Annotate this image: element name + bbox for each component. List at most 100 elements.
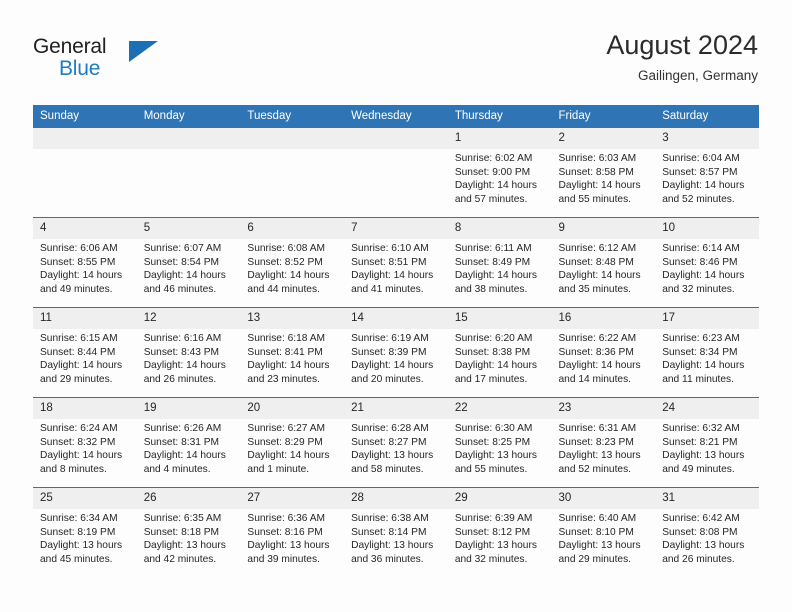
calendar-day-cell[interactable]: 6 Sunrise: 6:08 AM Sunset: 8:52 PM Daylight…	[240, 217, 345, 308]
calendar-day-cell[interactable]: 22 Sunrise: 6:30 AM Sunset: 8:25 PM Dayligh…	[447, 397, 552, 488]
calendar-week-row: 4 Sunrise: 6:06 AM Sunset: 8:55 PM Daylight…	[33, 217, 759, 308]
calendar-day-cell[interactable]: 16 Sunrise: 6:22 AM Sunset: 8:36 PM Dayligh…	[551, 307, 656, 398]
weekday-header-friday: Friday	[551, 105, 656, 128]
sunset-text: Sunset: 9:00 PM	[454, 166, 531, 178]
calendar-day-cell[interactable]: 7 Sunrise: 6:10 AM Sunset: 8:51 PM Daylight…	[344, 217, 448, 308]
daylight-text-line1: Daylight: 14 hours	[143, 270, 226, 282]
day-details: Sunrise: 6:30 AM Sunset: 8:25 PM Daylight:…	[448, 419, 552, 476]
calendar-day-cell[interactable]: 24 Sunrise: 6:32 AM Sunset: 8:21 PM Dayligh…	[655, 397, 759, 488]
day-number: 9	[551, 218, 656, 239]
calendar-day-cell[interactable]: 21 Sunrise: 6:28 AM Sunset: 8:27 PM Dayligh…	[344, 397, 448, 488]
calendar-day-cell[interactable]: 5 Sunrise: 6:07 AM Sunset: 8:54 PM Daylight…	[136, 217, 241, 308]
calendar-day-cell[interactable]: 1 Sunrise: 6:02 AM Sunset: 9:00 PM Daylight…	[447, 128, 552, 218]
sunrise-text: Sunrise: 6:20 AM	[454, 333, 533, 344]
daylight-text-line2: and 49 minutes.	[662, 463, 735, 475]
calendar-day-cell[interactable]: 15 Sunrise: 6:20 AM Sunset: 8:38 PM Dayligh…	[447, 307, 552, 398]
sunrise-text: Sunrise: 6:38 AM	[351, 513, 429, 524]
calendar-day-cell[interactable]: 30 Sunrise: 6:40 AM Sunset: 8:10 PM Dayligh…	[551, 487, 656, 577]
sunset-text: Sunset: 8:38 PM	[454, 346, 531, 358]
calendar-day-cell[interactable]: 23 Sunrise: 6:31 AM Sunset: 8:23 PM Dayligh…	[551, 397, 656, 488]
day-details: Sunrise: 6:32 AM Sunset: 8:21 PM Daylight:…	[655, 419, 759, 476]
daylight-text-line2: and 38 minutes.	[454, 283, 528, 295]
sunset-text: Sunset: 8:39 PM	[351, 346, 427, 358]
calendar-week-row: 18 Sunrise: 6:24 AM Sunset: 8:32 PM Dayligh…	[33, 397, 759, 488]
daylight-text-line1: Daylight: 14 hours	[558, 360, 641, 372]
daylight-text-line1: Daylight: 14 hours	[247, 360, 330, 372]
sunset-text: Sunset: 8:36 PM	[558, 346, 634, 358]
daylight-text-line2: and 41 minutes.	[351, 283, 424, 295]
calendar-day-cell[interactable]: 10 Sunrise: 6:14 AM Sunset: 8:46 PM Dayligh…	[655, 217, 759, 308]
calendar-day-cell[interactable]: 14 Sunrise: 6:19 AM Sunset: 8:39 PM Dayligh…	[344, 307, 448, 398]
day-details: Sunrise: 6:27 AM Sunset: 8:29 PM Daylight:…	[240, 419, 344, 476]
day-number: 17	[655, 308, 759, 329]
sunset-text: Sunset: 8:58 PM	[558, 166, 634, 178]
daylight-text-line2: and 58 minutes.	[351, 463, 424, 475]
calendar-day-cell[interactable]: 29 Sunrise: 6:39 AM Sunset: 8:12 PM Dayligh…	[447, 487, 552, 577]
daylight-text-line2: and 26 minutes.	[662, 553, 735, 565]
sunset-text: Sunset: 8:52 PM	[247, 256, 323, 268]
day-number: 10	[655, 218, 759, 239]
calendar-week-row: 11 Sunrise: 6:15 AM Sunset: 8:44 PM Dayligh…	[33, 307, 759, 398]
calendar-body: 1 Sunrise: 6:02 AM Sunset: 9:00 PM Daylight…	[33, 128, 759, 577]
day-number: 24	[655, 398, 759, 419]
calendar-week-row: 1 Sunrise: 6:02 AM Sunset: 9:00 PM Daylight…	[33, 128, 759, 218]
day-number: 30	[551, 488, 656, 509]
calendar-day-cell[interactable]: 26 Sunrise: 6:35 AM Sunset: 8:18 PM Dayligh…	[136, 487, 241, 577]
day-number: 21	[344, 398, 448, 419]
day-number: 12	[136, 308, 241, 329]
calendar-day-cell[interactable]: 11 Sunrise: 6:15 AM Sunset: 8:44 PM Dayligh…	[33, 307, 137, 398]
daylight-text-line2: and 29 minutes.	[558, 553, 632, 565]
weekday-header-sunday: Sunday	[33, 105, 137, 128]
daylight-text-line2: and 45 minutes.	[40, 553, 113, 565]
calendar-day-cell[interactable]: 25 Sunrise: 6:34 AM Sunset: 8:19 PM Dayligh…	[33, 487, 137, 577]
calendar-day-cell[interactable]: 8 Sunrise: 6:11 AM Sunset: 8:49 PM Daylight…	[447, 217, 552, 308]
daylight-text-line1: Daylight: 14 hours	[454, 270, 537, 282]
calendar-day-cell[interactable]: 3 Sunrise: 6:04 AM Sunset: 8:57 PM Daylight…	[655, 128, 759, 218]
calendar-day-cell[interactable]: 9 Sunrise: 6:12 AM Sunset: 8:48 PM Daylight…	[551, 217, 656, 308]
day-details: Sunrise: 6:38 AM Sunset: 8:14 PM Daylight:…	[344, 509, 448, 566]
day-details: Sunrise: 6:22 AM Sunset: 8:36 PM Daylight:…	[552, 329, 656, 386]
daylight-text-line2: and 42 minutes.	[143, 553, 217, 565]
calendar-day-cell-empty	[344, 128, 448, 218]
calendar-day-cell[interactable]: 4 Sunrise: 6:06 AM Sunset: 8:55 PM Daylight…	[33, 217, 137, 308]
day-number	[136, 128, 241, 149]
sunset-text: Sunset: 8:44 PM	[40, 346, 116, 358]
day-number: 1	[447, 128, 552, 149]
calendar-day-cell[interactable]: 12 Sunrise: 6:16 AM Sunset: 8:43 PM Dayligh…	[136, 307, 241, 398]
calendar-day-cell[interactable]: 17 Sunrise: 6:23 AM Sunset: 8:34 PM Dayligh…	[655, 307, 759, 398]
page-subtitle: Gailingen, Germany	[637, 68, 758, 83]
calendar-day-cell[interactable]: 27 Sunrise: 6:36 AM Sunset: 8:16 PM Dayligh…	[240, 487, 345, 577]
day-number: 31	[655, 488, 759, 509]
day-number: 16	[551, 308, 656, 329]
day-number: 19	[136, 398, 241, 419]
day-number: 8	[447, 218, 552, 239]
calendar-day-cell[interactable]: 13 Sunrise: 6:18 AM Sunset: 8:41 PM Dayligh…	[240, 307, 345, 398]
calendar-day-cell[interactable]: 2 Sunrise: 6:03 AM Sunset: 8:58 PM Daylight…	[551, 128, 656, 218]
daylight-text-line1: Daylight: 14 hours	[143, 360, 226, 372]
calendar-week-row: 25 Sunrise: 6:34 AM Sunset: 8:19 PM Dayligh…	[33, 487, 759, 577]
sunrise-text: Sunrise: 6:14 AM	[662, 243, 740, 254]
sunrise-text: Sunrise: 6:31 AM	[558, 423, 637, 434]
calendar-day-cell[interactable]: 20 Sunrise: 6:27 AM Sunset: 8:29 PM Dayligh…	[240, 397, 345, 488]
sunrise-text: Sunrise: 6:40 AM	[558, 513, 637, 524]
sunrise-text: Sunrise: 6:08 AM	[247, 243, 325, 254]
calendar-day-cell[interactable]: 18 Sunrise: 6:24 AM Sunset: 8:32 PM Dayligh…	[33, 397, 137, 488]
day-details: Sunrise: 6:08 AM Sunset: 8:52 PM Daylight:…	[240, 239, 344, 296]
sunrise-text: Sunrise: 6:02 AM	[454, 153, 533, 164]
calendar-grid: Sunday Monday Tuesday Wednesday Thursday…	[33, 105, 759, 577]
sunrise-text: Sunrise: 6:18 AM	[247, 333, 325, 344]
day-details: Sunrise: 6:11 AM Sunset: 8:49 PM Daylight:…	[448, 239, 552, 296]
calendar-day-cell[interactable]: 31 Sunrise: 6:42 AM Sunset: 8:08 PM Dayligh…	[655, 487, 759, 577]
day-number: 2	[551, 128, 656, 149]
daylight-text-line1: Daylight: 13 hours	[143, 540, 226, 552]
day-details: Sunrise: 6:04 AM Sunset: 8:57 PM Daylight:…	[655, 149, 759, 206]
page-title: August 2024	[606, 30, 758, 60]
calendar-day-cell[interactable]: 19 Sunrise: 6:26 AM Sunset: 8:31 PM Dayligh…	[136, 397, 241, 488]
calendar-day-cell[interactable]: 28 Sunrise: 6:38 AM Sunset: 8:14 PM Dayligh…	[344, 487, 448, 577]
day-number: 20	[240, 398, 345, 419]
page-header: General Blue August 2024 Gailingen, Germ…	[33, 28, 758, 94]
day-number: 28	[344, 488, 448, 509]
day-details: Sunrise: 6:20 AM Sunset: 8:38 PM Daylight:…	[448, 329, 552, 386]
sunset-text: Sunset: 8:14 PM	[351, 526, 427, 538]
day-number: 6	[240, 218, 345, 239]
